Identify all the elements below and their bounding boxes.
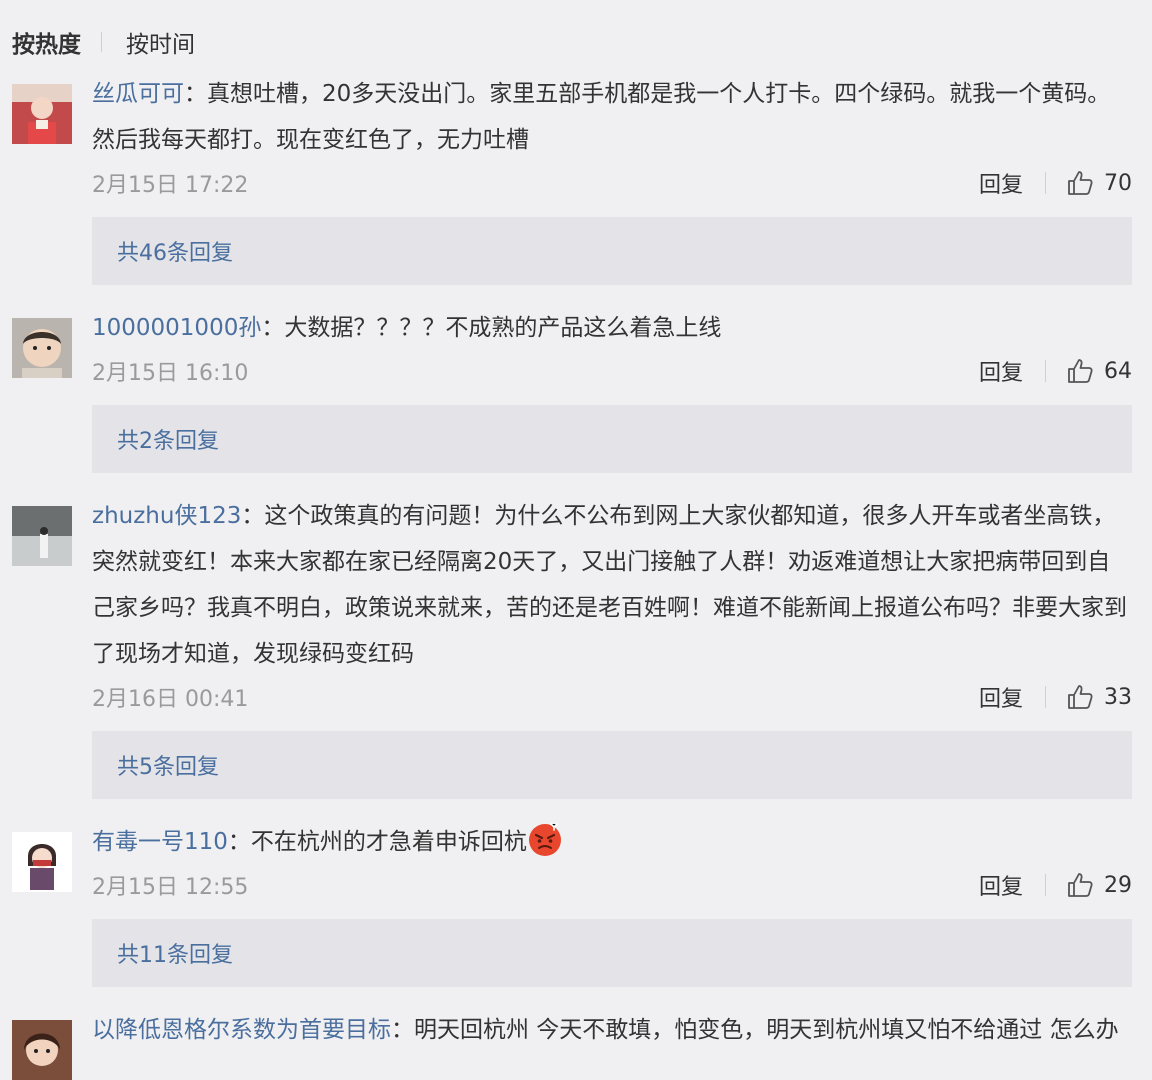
colon: ：: [184, 81, 207, 107]
comment-body: 以降低恩格尔系数为首要目标：明天回杭州 今天不敢填，怕变色，明天到杭州填又怕不给…: [92, 1007, 1132, 1053]
like-count: 70: [1104, 170, 1132, 196]
thumbs-up-icon[interactable]: [1066, 683, 1094, 711]
sort-divider: [101, 32, 102, 52]
colon: ：: [241, 503, 265, 529]
replies-box[interactable]: 共46条回复: [92, 217, 1132, 285]
colon: ：: [227, 829, 251, 855]
reply-button[interactable]: 回复: [979, 869, 1023, 901]
actions-divider: [1045, 874, 1046, 896]
comment-body: 丝瓜可可：真想吐槽，20多天没出门。家里五部手机都是我一个人打卡。四个绿码。就我…: [92, 71, 1132, 163]
avatar[interactable]: [12, 506, 72, 566]
view-replies-link[interactable]: 共5条回复: [117, 749, 219, 781]
comment-actions: 回复 33: [979, 681, 1132, 713]
colon: ：: [391, 1017, 414, 1043]
comment-text: 大数据？？？？不成熟的产品这么着急上线: [284, 315, 722, 341]
comment-meta: 2月16日 00:41 回复 33: [92, 677, 1132, 717]
username-link[interactable]: 以降低恩格尔系数为首要目标: [92, 1017, 391, 1043]
comment-meta: 2月15日 16:10 回复 64: [92, 351, 1132, 391]
thumbs-up-icon[interactable]: [1066, 169, 1094, 197]
comment-actions: 回复 64: [979, 355, 1132, 387]
avatar[interactable]: [12, 318, 72, 378]
sort-by-hot-tab[interactable]: 按热度: [12, 25, 81, 59]
like-count: 33: [1104, 684, 1132, 710]
timestamp: 2月15日 16:10: [92, 361, 249, 386]
comment-body: 有毒一号110：不在杭州的才急着申诉回杭: [92, 819, 1132, 865]
timestamp: 2月15日 12:55: [92, 875, 249, 900]
view-replies-link[interactable]: 共11条回复: [117, 937, 233, 969]
thumbs-up-icon[interactable]: [1066, 871, 1094, 899]
comment-text: 不在杭州的才急着申诉回杭: [250, 829, 527, 855]
thumbs-up-icon[interactable]: [1066, 357, 1094, 385]
like-count: 29: [1104, 872, 1132, 898]
comment-body: zhuzhu侠123：这个政策真的有问题！为什么不公布到网上大家伙都知道，很多人…: [92, 493, 1132, 677]
sort-by-time-tab[interactable]: 按时间: [126, 25, 195, 59]
avatar[interactable]: [12, 1020, 72, 1080]
comment-text: 真想吐槽，20多天没出门。家里五部手机都是我一个人打卡。四个绿码。就我一个黄码。…: [92, 81, 1111, 153]
avatar[interactable]: [12, 832, 72, 892]
actions-divider: [1045, 172, 1046, 194]
comment-text: 明天回杭州 今天不敢填，怕变色，明天到杭州填又怕不给通过 怎么办: [414, 1017, 1119, 1043]
replies-box[interactable]: 共5条回复: [92, 731, 1132, 799]
actions-divider: [1045, 360, 1046, 382]
actions-divider: [1045, 686, 1046, 708]
replies-box[interactable]: 共2条回复: [92, 405, 1132, 473]
view-replies-link[interactable]: 共46条回复: [117, 235, 233, 267]
avatar[interactable]: [12, 84, 72, 144]
timestamp: 2月15日 17:22: [92, 173, 249, 198]
comment-meta: 2月15日 12:55 回复 29: [92, 865, 1132, 905]
reply-button[interactable]: 回复: [979, 167, 1023, 199]
comment-actions: 回复 29: [979, 869, 1132, 901]
reply-button[interactable]: 回复: [979, 681, 1023, 713]
username-link[interactable]: zhuzhu侠123: [92, 503, 241, 529]
comment-actions: 回复 70: [979, 167, 1132, 199]
comment-meta: 2月15日 17:22 回复 70: [92, 163, 1132, 203]
angry-face-emoji-icon: [528, 823, 561, 856]
replies-box[interactable]: 共11条回复: [92, 919, 1132, 987]
view-replies-link[interactable]: 共2条回复: [117, 423, 219, 455]
timestamp: 2月16日 00:41: [92, 687, 249, 712]
comment-body: 1000001000孙：大数据？？？？不成熟的产品这么着急上线: [92, 305, 1132, 351]
sort-bar: 按热度 按时间: [12, 22, 195, 62]
colon: ：: [261, 315, 285, 341]
username-link[interactable]: 1000001000孙: [92, 315, 261, 341]
username-link[interactable]: 有毒一号110: [92, 829, 228, 855]
like-count: 64: [1104, 358, 1132, 384]
reply-button[interactable]: 回复: [979, 355, 1023, 387]
username-link[interactable]: 丝瓜可可: [92, 81, 184, 107]
